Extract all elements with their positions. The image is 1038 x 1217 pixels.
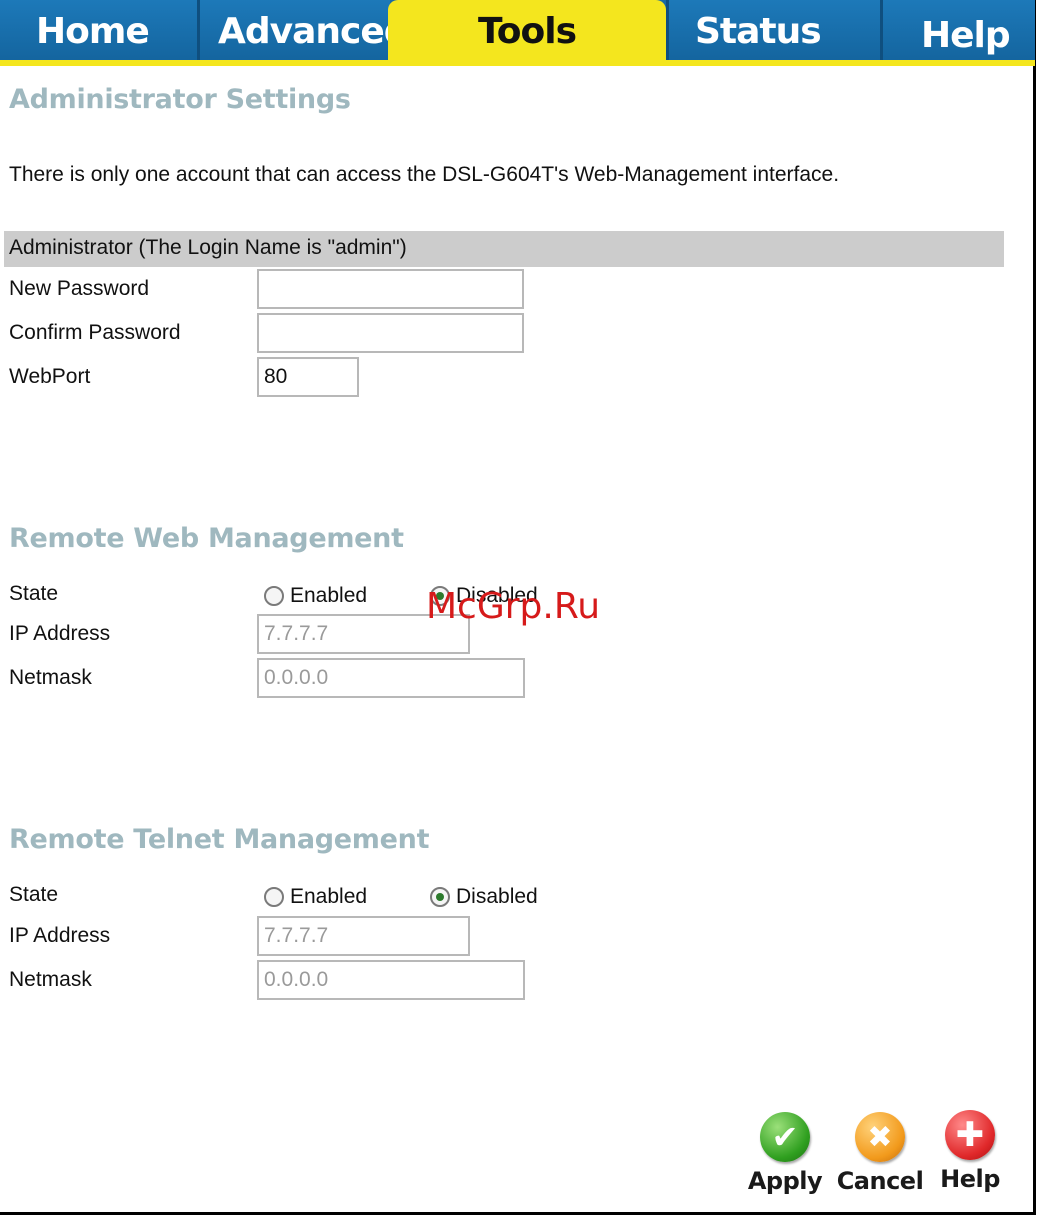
tab-tools[interactable]: Tools — [388, 0, 666, 64]
remote-web-title: Remote Web Management — [9, 523, 404, 554]
help-label: Help — [940, 1165, 1000, 1193]
new-password-input[interactable] — [257, 269, 524, 309]
tab-status[interactable]: Status — [666, 0, 880, 60]
tab-advanced[interactable]: Advanced — [200, 0, 390, 60]
remote-telnet-ip-input[interactable] — [257, 916, 470, 956]
remote-web-netmask-input[interactable] — [257, 658, 525, 698]
new-password-label: New Password — [9, 277, 150, 300]
apply-label: Apply — [747, 1167, 823, 1195]
remote-telnet-enabled-radio[interactable]: Enabled — [264, 885, 367, 909]
remote-telnet-title: Remote Telnet Management — [9, 824, 430, 855]
remote-web-enabled-radio[interactable]: Enabled — [264, 584, 367, 608]
checkmark-icon: ✔ — [760, 1112, 810, 1162]
help-button[interactable]: ✚ Help — [930, 1110, 1010, 1193]
radio-checked-icon — [430, 887, 450, 907]
remote-telnet-ip-label: IP Address — [9, 924, 111, 947]
admin-settings-title: Administrator Settings — [9, 84, 351, 115]
remote-web-state-label: State — [9, 582, 59, 605]
remote-telnet-netmask-input[interactable] — [257, 960, 525, 1000]
cancel-x-icon: ✖ — [855, 1112, 905, 1162]
remote-telnet-disabled-label: Disabled — [456, 885, 538, 908]
cancel-button[interactable]: ✖ Cancel — [832, 1112, 928, 1195]
webport-input[interactable] — [257, 357, 359, 397]
remote-telnet-netmask-label: Netmask — [9, 968, 92, 991]
remote-web-ip-label: IP Address — [9, 622, 111, 645]
cancel-label: Cancel — [836, 1167, 924, 1195]
tab-home[interactable]: Home — [0, 0, 200, 60]
tab-bar: Home Advanced Status Help Tools — [0, 0, 1035, 66]
confirm-password-input[interactable] — [257, 313, 524, 353]
remote-telnet-state-label: State — [9, 883, 59, 906]
remote-web-enabled-label: Enabled — [290, 584, 368, 607]
remote-telnet-disabled-radio[interactable]: Disabled — [430, 885, 538, 909]
radio-unchecked-icon — [264, 586, 284, 606]
radio-unchecked-icon — [264, 887, 284, 907]
admin-header-bar: Administrator (The Login Name is "admin"… — [4, 231, 1004, 267]
admin-description: There is only one account that can acces… — [9, 163, 840, 186]
tab-help[interactable]: Help — [880, 0, 1035, 60]
remote-telnet-enabled-label: Enabled — [290, 885, 368, 908]
admin-header-label: Administrator (The Login Name is "admin"… — [9, 236, 407, 259]
remote-web-netmask-label: Netmask — [9, 666, 92, 689]
confirm-password-label: Confirm Password — [9, 321, 181, 344]
apply-button[interactable]: ✔ Apply — [740, 1112, 830, 1195]
watermark: McGrp.Ru — [426, 586, 601, 627]
help-plus-icon: ✚ — [945, 1110, 995, 1160]
webport-label: WebPort — [9, 365, 91, 388]
